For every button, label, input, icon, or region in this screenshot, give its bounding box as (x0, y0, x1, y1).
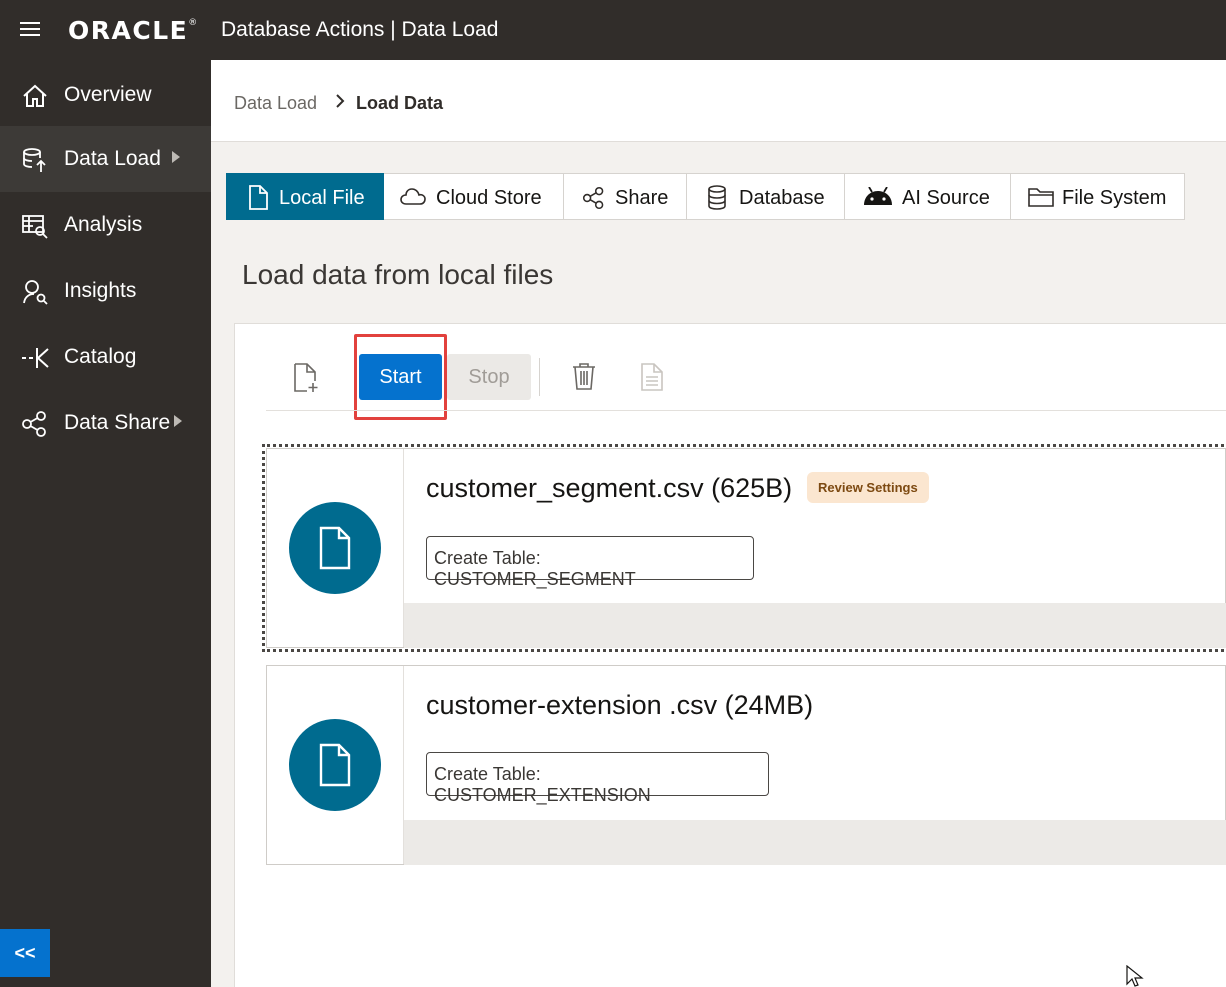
sidebar: Overview Data Load Analysis Insights Cat… (0, 60, 211, 987)
add-file-icon[interactable] (293, 363, 319, 393)
tab-label: AI Source (902, 187, 990, 209)
file-badge (289, 719, 381, 811)
sidebar-item-label: Overview (64, 83, 152, 106)
tab-label: Cloud Store (436, 187, 542, 209)
analysis-icon (22, 215, 48, 239)
file-card-footer (404, 603, 1226, 648)
file-icon (319, 743, 351, 787)
file-card-icon-column (267, 449, 404, 647)
catalog-icon (22, 348, 49, 368)
android-icon (864, 187, 892, 205)
sidebar-item-catalog[interactable]: Catalog (0, 324, 211, 390)
sidebar-item-label: Analysis (64, 213, 143, 236)
home-icon (23, 84, 47, 107)
source-tabs: Local File Cloud Store Share Database AI… (226, 173, 1185, 220)
trash-icon[interactable] (572, 362, 596, 390)
breadcrumb: Data Load Load Data (211, 60, 1226, 142)
tab-label: File System (1062, 187, 1167, 209)
oracle-logo: ORACLE® (68, 16, 198, 45)
file-badge (289, 502, 381, 594)
load-panel (234, 323, 1226, 987)
share-icon (22, 411, 46, 437)
file-icon (249, 185, 268, 210)
collapse-sidebar-button[interactable]: << (0, 929, 50, 977)
file-card[interactable]: customer-extension .csv (24MB) Create Ta… (266, 665, 1226, 865)
breadcrumb-current: Load Data (356, 93, 444, 113)
sidebar-item-label: Insights (64, 279, 137, 302)
hamburger-menu-icon[interactable] (20, 22, 40, 38)
tab-file-system[interactable]: File System (1011, 173, 1185, 220)
top-bar: ORACLE® Database Actions | Data Load (0, 0, 1226, 60)
sidebar-item-label: Data Share (64, 411, 171, 434)
insights-icon (23, 280, 48, 305)
create-table-link[interactable]: Create Table: CUSTOMER_EXTENSION (426, 752, 769, 805)
sidebar-item-data-load[interactable]: Data Load (0, 126, 211, 192)
tab-local-file[interactable]: Local File (226, 173, 384, 220)
file-name: customer_segment.csv (625B) (426, 473, 793, 503)
chevron-right-icon (336, 94, 345, 108)
share-icon (582, 186, 604, 210)
data-load-icon (23, 148, 46, 172)
toolbar-divider (539, 358, 540, 396)
tab-label: Database (739, 187, 825, 209)
file-icon (319, 526, 351, 570)
stop-button[interactable]: Stop (447, 354, 531, 400)
file-card-icon-column (267, 666, 404, 864)
folder-icon (1028, 188, 1054, 207)
create-table-link[interactable]: Create Table: CUSTOMER_SEGMENT (426, 536, 754, 589)
tab-label: Local File (279, 187, 365, 209)
sidebar-item-label: Catalog (64, 345, 137, 368)
mouse-cursor-icon (1126, 965, 1144, 987)
document-icon (641, 363, 663, 391)
database-icon (708, 185, 726, 210)
tab-label: Share (615, 187, 669, 209)
tab-ai-source[interactable]: AI Source (845, 173, 1011, 220)
file-card[interactable]: customer_segment.csv (625B) Review Setti… (262, 444, 1226, 652)
breadcrumb-parent-link[interactable]: Data Load (234, 93, 317, 114)
start-button[interactable]: Start (359, 354, 442, 400)
chevron-right-icon (174, 415, 182, 427)
tab-cloud-store[interactable]: Cloud Store (384, 173, 564, 220)
sidebar-item-data-share[interactable]: Data Share (0, 390, 211, 456)
page-title: Load data from local files (242, 259, 554, 290)
sidebar-item-label: Data Load (64, 147, 161, 170)
tab-database[interactable]: Database (687, 173, 845, 220)
app-title: Database Actions | Data Load (221, 18, 499, 41)
tab-share[interactable]: Share (564, 173, 687, 220)
cloud-icon (400, 188, 426, 205)
chevron-right-icon (172, 151, 180, 163)
review-settings-badge[interactable]: Review Settings (807, 472, 929, 503)
toolbar-separator (266, 410, 1226, 411)
sidebar-item-insights[interactable]: Insights (0, 258, 211, 324)
file-name: customer-extension .csv (24MB) (426, 690, 814, 720)
sidebar-item-analysis[interactable]: Analysis (0, 192, 211, 258)
file-card-footer (404, 820, 1226, 865)
sidebar-item-overview[interactable]: Overview (0, 62, 211, 128)
